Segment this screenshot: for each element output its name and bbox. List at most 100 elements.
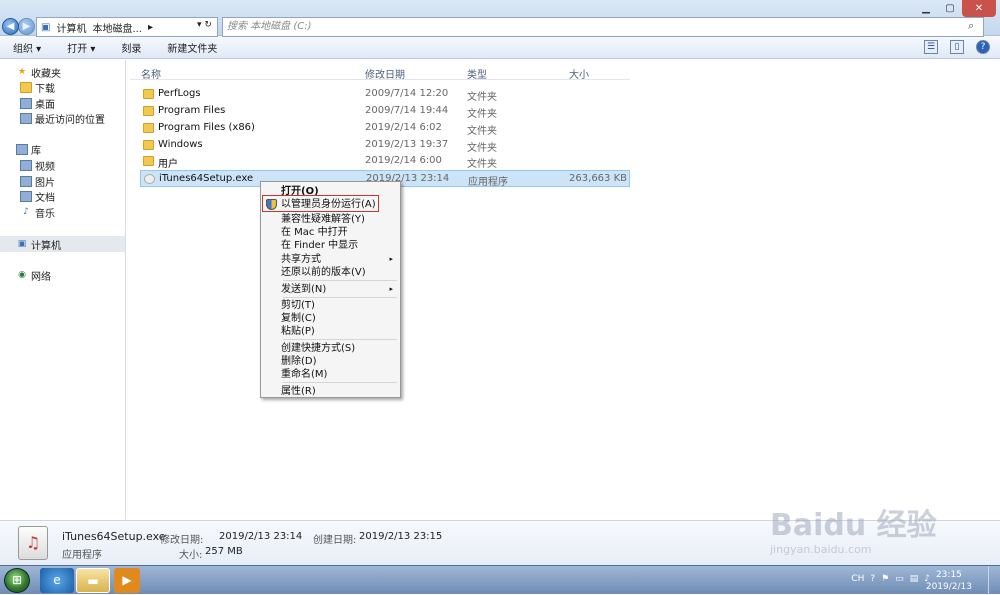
menu-send-to[interactable]: 发送到(N) ▸ [281,283,397,296]
title-bar: ▁ ▢ ✕ ◀ ▶ ▣ 计算机 本地磁盘... ▸ ▾ ↻ 搜索 本地磁盘 (C… [0,0,1000,37]
burn-button[interactable]: 刻录 [108,40,154,55]
watermark-brand: Baidu 经验 [770,508,937,543]
column-size[interactable]: 大小 [569,66,589,81]
menu-cut[interactable]: 剪切(T) [281,299,315,312]
minimize-button[interactable]: ▁ [914,0,938,17]
file-row[interactable]: PerfLogs 2009/7/14 12:20 文件夹 [140,86,630,103]
menu-share-with[interactable]: 共享方式 ▸ [281,253,397,266]
nav-videos[interactable]: 视频 [20,158,55,173]
view-options-icon[interactable]: ☰ [924,40,938,54]
file-type: 文件夹 [467,109,497,120]
menu-rename[interactable]: 重命名(M) [281,368,327,381]
column-type[interactable]: 类型 [467,66,487,81]
media-player-icon[interactable]: ▶ [114,568,140,593]
nav-libraries[interactable]: 库 [16,142,41,157]
search-icon[interactable]: ⌕ [968,19,974,33]
nav-videos-label: 视频 [35,162,55,173]
details-modified-label: 修改日期: [160,535,204,546]
nav-documents-label: 文档 [35,193,55,204]
preview-pane-icon[interactable]: ▯ [950,40,964,54]
downloads-folder-icon [20,82,32,93]
column-name[interactable]: 名称 [141,66,161,81]
desktop-icon [20,98,32,109]
navigation-pane: ★ 收藏夹 下载 桌面 最近访问的位置 库 视频 图片 文档 ♪ 音乐 ▣ 计算… [0,60,126,520]
nav-downloads[interactable]: 下载 [20,80,55,95]
file-name: PerfLogs [158,88,201,99]
folder-icon [143,156,154,166]
menu-properties[interactable]: 属性(R) [281,385,316,398]
file-date: 2019/2/14 6:00 [365,155,442,166]
input-language[interactable]: CH [851,574,864,584]
breadcrumb-arrow[interactable]: ▸ [148,22,153,33]
file-date: 2019/2/13 19:37 [365,139,449,150]
network-tray-icon[interactable]: ▤ [910,574,919,584]
file-name: iTunes64Setup.exe [159,173,254,184]
breadcrumb-local-disk[interactable]: 本地磁盘... [92,20,142,35]
show-desktop-button[interactable] [988,566,1000,595]
itunes-file-icon: ♫ [18,526,48,560]
menu-paste[interactable]: 粘贴(P) [281,325,315,338]
picture-icon [20,176,32,187]
recent-places-icon [20,113,32,124]
menu-open-in-mac[interactable]: 在 Mac 中打开 [281,226,348,239]
nav-network[interactable]: ◉ 网络 [16,268,51,283]
maximize-button[interactable]: ▢ [938,0,962,17]
nav-desktop[interactable]: 桌面 [20,96,55,111]
start-button[interactable]: ⊞ [4,568,30,593]
nav-computer[interactable]: ▣ 计算机 [16,237,61,252]
folder-icon [143,123,154,133]
file-date: 2019/2/14 6:02 [365,122,442,133]
address-dropdown-icon[interactable]: ▾ ↻ [197,20,212,30]
menu-show-in-finder[interactable]: 在 Finder 中显示 [281,239,358,252]
details-size-label: 大小: [179,550,203,561]
menu-copy[interactable]: 复制(C) [281,312,316,325]
nav-favorites-label: 收藏夹 [31,69,61,80]
nav-recent[interactable]: 最近访问的位置 [20,111,105,126]
file-name: Program Files [158,105,226,116]
column-date[interactable]: 修改日期 [365,66,405,81]
menu-restore-versions[interactable]: 还原以前的版本(V) [281,266,366,279]
file-row[interactable]: 用户 2019/2/14 6:00 文件夹 [140,153,630,170]
menu-compatibility[interactable]: 兼容性疑难解答(Y) [281,213,365,226]
context-menu: 打开(O) 以管理员身份运行(A) 兼容性疑难解答(Y) 在 Mac 中打开 在… [260,181,401,398]
internet-explorer-icon[interactable]: e [40,568,74,593]
help-tray-icon[interactable]: ? [870,574,875,584]
organize-button[interactable]: 组织 ▾ [0,40,54,55]
nav-pictures-label: 图片 [35,178,55,189]
search-input[interactable]: 搜索 本地磁盘 (C:) [222,17,984,37]
video-icon [20,160,32,171]
file-explorer-icon[interactable]: ▬ [76,568,110,593]
file-type: 应用程序 [468,177,508,188]
details-created-value: 2019/2/13 23:15 [359,531,443,542]
menu-share-label: 共享方式 [281,254,321,265]
back-button[interactable]: ◀ [2,18,19,35]
clock[interactable]: 23:15 2019/2/13 [926,569,972,593]
file-type: 文件夹 [467,143,497,154]
help-icon[interactable]: ? [976,40,990,54]
menu-create-shortcut[interactable]: 创建快捷方式(S) [281,342,355,355]
nav-documents[interactable]: 文档 [20,189,55,204]
breadcrumb-computer[interactable]: 计算机 [56,20,86,35]
file-date: 2009/7/14 12:20 [365,88,449,99]
file-type: 文件夹 [467,92,497,103]
folder-icon [143,89,154,99]
nav-pictures[interactable]: 图片 [20,174,55,189]
file-row[interactable]: Program Files 2009/7/14 19:44 文件夹 [140,103,630,120]
open-button[interactable]: 打开 ▾ [54,40,108,55]
close-button[interactable]: ✕ [962,0,996,17]
forward-button[interactable]: ▶ [18,18,35,35]
file-row[interactable]: Program Files (x86) 2019/2/14 6:02 文件夹 [140,120,630,137]
folder-icon [143,140,154,150]
nav-music[interactable]: ♪ 音乐 [20,205,55,220]
nav-desktop-label: 桌面 [35,100,55,111]
menu-run-as-admin[interactable]: 以管理员身份运行(A) [281,198,376,211]
submenu-arrow-icon: ▸ [389,285,393,293]
new-folder-button[interactable]: 新建文件夹 [154,40,230,55]
address-bar[interactable]: ▣ 计算机 本地磁盘... ▸ [36,17,218,37]
flag-icon[interactable]: ⚑ [881,574,889,584]
menu-delete[interactable]: 删除(D) [281,355,317,368]
display-icon[interactable]: ▭ [895,574,904,584]
nav-favorites[interactable]: ★ 收藏夹 [16,65,61,80]
file-row[interactable]: Windows 2019/2/13 19:37 文件夹 [140,137,630,154]
file-name: 用户 [158,159,178,170]
